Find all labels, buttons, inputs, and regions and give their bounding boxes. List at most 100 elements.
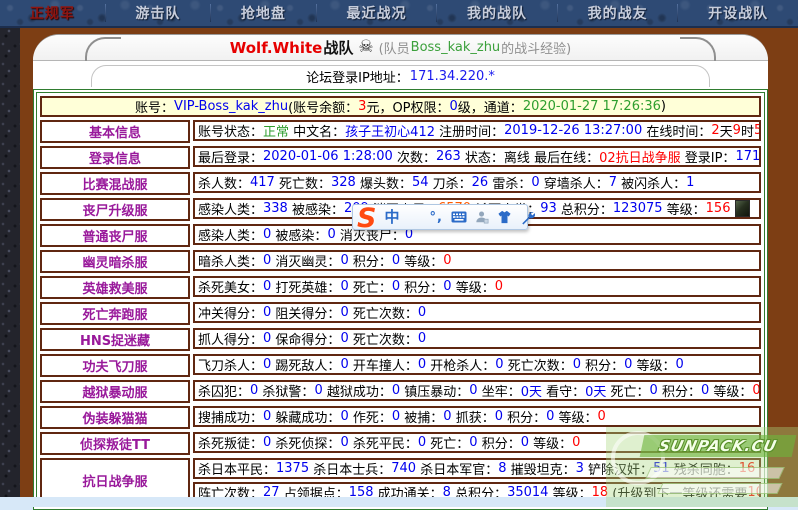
table-row: 幽灵暗杀服暗杀人类：0 消灭幽灵：0 积分：0 等级：0 xyxy=(40,250,761,273)
member-name: Boss_kak_zhu xyxy=(411,40,501,55)
stat-segment: 0 xyxy=(340,279,348,294)
stat-segment: 暗杀人类： xyxy=(198,251,263,270)
nav-item-1[interactable]: 正规军 xyxy=(30,3,75,23)
stat-segment: 0 xyxy=(546,409,554,424)
stat-segment: 登录IP： xyxy=(681,147,736,166)
settings-wrench-icon[interactable] xyxy=(520,210,535,225)
stat-segment: 积分： xyxy=(400,277,443,296)
nav-item-7[interactable]: 开设战队 xyxy=(708,3,768,23)
nav-separator xyxy=(557,4,558,22)
stat-segment: 保命得分： xyxy=(271,329,340,348)
stat-segment: 冲关得分： xyxy=(198,303,263,322)
chinese-english-toggle-icon[interactable]: 中 xyxy=(384,210,399,225)
stat-segment: 等级： xyxy=(554,407,597,426)
stat-segment: 开车撞人： xyxy=(349,355,418,374)
table-row: 伪装躲猫猫搜捕成功：0 躲藏成功：0 作死：0 被捕：0 抓获：0 积分：0 等… xyxy=(40,406,761,429)
stat-segment: 穿墙杀人： xyxy=(540,173,609,192)
stat-segment: 0 xyxy=(701,383,709,398)
stat-segment: 杀死侦探： xyxy=(271,433,340,452)
row-content: 飞刀杀人：0 踢死敌人：0 开车撞人：0 开枪杀人：0 死亡次数：0 积分：0 … xyxy=(193,354,761,375)
forum-ip-line: 论坛登录IP地址：171.34.220.* xyxy=(91,65,710,87)
nav-separator xyxy=(210,4,211,22)
stats-table: 账号：VIP-Boss_kak_zhu(账号余额：3元，OP权限：0级，通道：2… xyxy=(33,89,768,510)
stat-segment: 杀狱警： xyxy=(258,381,314,400)
stat-segment: 死亡： xyxy=(606,381,649,400)
stat-segment: 杀日本平民： xyxy=(198,459,276,478)
stat-segment: 0 xyxy=(418,305,426,320)
stat-segment: 积分： xyxy=(349,251,392,270)
page-background-bottom xyxy=(0,497,798,507)
stat-segment: 0 xyxy=(263,357,271,372)
stat-segment: 0 xyxy=(263,279,271,294)
stat-segment: 离线 xyxy=(504,147,530,166)
stat-segment: 看守： xyxy=(542,381,585,400)
stat-segment: 0 xyxy=(327,227,335,242)
stat-segment: 孩子王初心412 xyxy=(345,121,435,140)
stat-segment: 杀死叛徒： xyxy=(198,433,263,452)
stat-segment: 积分： xyxy=(581,355,624,374)
stat-segment: 死亡次数： xyxy=(349,303,418,322)
stat-segment: 51 xyxy=(653,461,670,476)
stat-segment: 54 xyxy=(412,175,429,190)
stat-segment: 0 xyxy=(495,357,503,372)
stat-segment: 被感染： xyxy=(271,225,327,244)
nav-item-2[interactable]: 游击队 xyxy=(135,3,180,23)
stat-segment: 1 xyxy=(686,175,694,190)
stat-segment: 镇压暴动： xyxy=(400,381,469,400)
sogou-ime-toolbar[interactable]: S 中 °, xyxy=(352,204,528,230)
stat-segment: 0 xyxy=(263,331,271,346)
stat-segment: 0 xyxy=(469,383,477,398)
stat-segment: 740 xyxy=(391,461,416,476)
stat-segment: 0 xyxy=(340,331,348,346)
nav-item-5[interactable]: 我的战队 xyxy=(467,3,527,23)
table-row: 登录信息最后登录：2020-01-06 1:28:00 次数：263 状态：离线… xyxy=(40,146,761,169)
stat-segment: 阻关得分： xyxy=(271,303,340,322)
stat-segment: 积分： xyxy=(478,433,521,452)
nav-item-3[interactable]: 抢地盘 xyxy=(241,3,286,23)
punctuation-mode-icon[interactable]: °, xyxy=(429,211,442,224)
stat-segment: 0 xyxy=(392,253,400,268)
stat-segment: 93 xyxy=(540,201,557,216)
stat-segment: 消灭幽灵： xyxy=(271,251,340,270)
stat-segment: 等级： xyxy=(400,251,443,270)
nav-item-4[interactable]: 最近战况 xyxy=(346,3,406,23)
stat-segment: 0 xyxy=(418,357,426,372)
stat-segment: 抓获： xyxy=(452,407,495,426)
skin-tshirt-icon[interactable] xyxy=(497,210,512,224)
stat-segment: 正常 xyxy=(263,121,289,140)
stat-segment: 0 xyxy=(443,409,451,424)
ip-value: 171.34.220.* xyxy=(410,69,495,84)
stat-segment: 死亡数： xyxy=(275,173,331,192)
stat-segment: 感染人类： xyxy=(198,199,263,218)
fullwidth-moon-icon[interactable] xyxy=(407,210,421,224)
stat-segment: 0 xyxy=(531,175,539,190)
sogou-logo-icon[interactable]: S xyxy=(357,205,376,232)
row-content: 杀人数：417 死亡数：328 爆头数：54 刀杀：26 雷杀：0 穿墙杀人：7… xyxy=(193,172,761,193)
stat-segment: 0 xyxy=(340,409,348,424)
stat-segment: 0 xyxy=(495,279,503,294)
stat-segment: 积分： xyxy=(658,381,701,400)
row-label: 幽灵暗杀服 xyxy=(40,250,190,273)
team-header: Wolf.White战队 ☠ (队员Boss_kak_zhu的战斗经验) xyxy=(33,35,768,61)
stat-segment: 328 xyxy=(331,175,356,190)
stats-table-body: 账号：VIP-Boss_kak_zhu(账号余额：3元，OP权限：0级，通道：2… xyxy=(36,92,765,507)
soft-keyboard-icon[interactable] xyxy=(451,211,467,223)
stat-segment: 0 xyxy=(650,383,658,398)
stat-segment: 0 xyxy=(263,253,271,268)
stat-segment: 2020-01-27 17:26:36 xyxy=(523,99,661,114)
row-content: 冲关得分：0 阻关得分：0 死亡次数：0 xyxy=(193,302,761,323)
stat-segment: 踢死敌人： xyxy=(271,355,340,374)
stat-segment: 在线时间： xyxy=(642,121,711,140)
account-icon[interactable] xyxy=(475,210,489,224)
ip-label: 论坛登录IP地址： xyxy=(306,67,409,86)
stat-segment: 0 xyxy=(263,305,271,320)
stat-segment: 积分： xyxy=(503,407,546,426)
nav-item-6[interactable]: 我的战友 xyxy=(588,3,648,23)
row-content: 账号状态：正常 中文名：孩子王初心412 注册时间：2019-12-26 13:… xyxy=(193,120,761,141)
stat-segment: 0 xyxy=(263,409,271,424)
row-content: 最后登录：2020-01-06 1:28:00 次数：263 状态：离线 最后在… xyxy=(193,146,761,167)
stat-segment: 338 xyxy=(263,201,288,216)
stat-segment: 2019-12-26 13:27:00 xyxy=(504,123,642,138)
stat-segment: 0 xyxy=(392,383,400,398)
stat-segment: 0 xyxy=(676,357,684,372)
